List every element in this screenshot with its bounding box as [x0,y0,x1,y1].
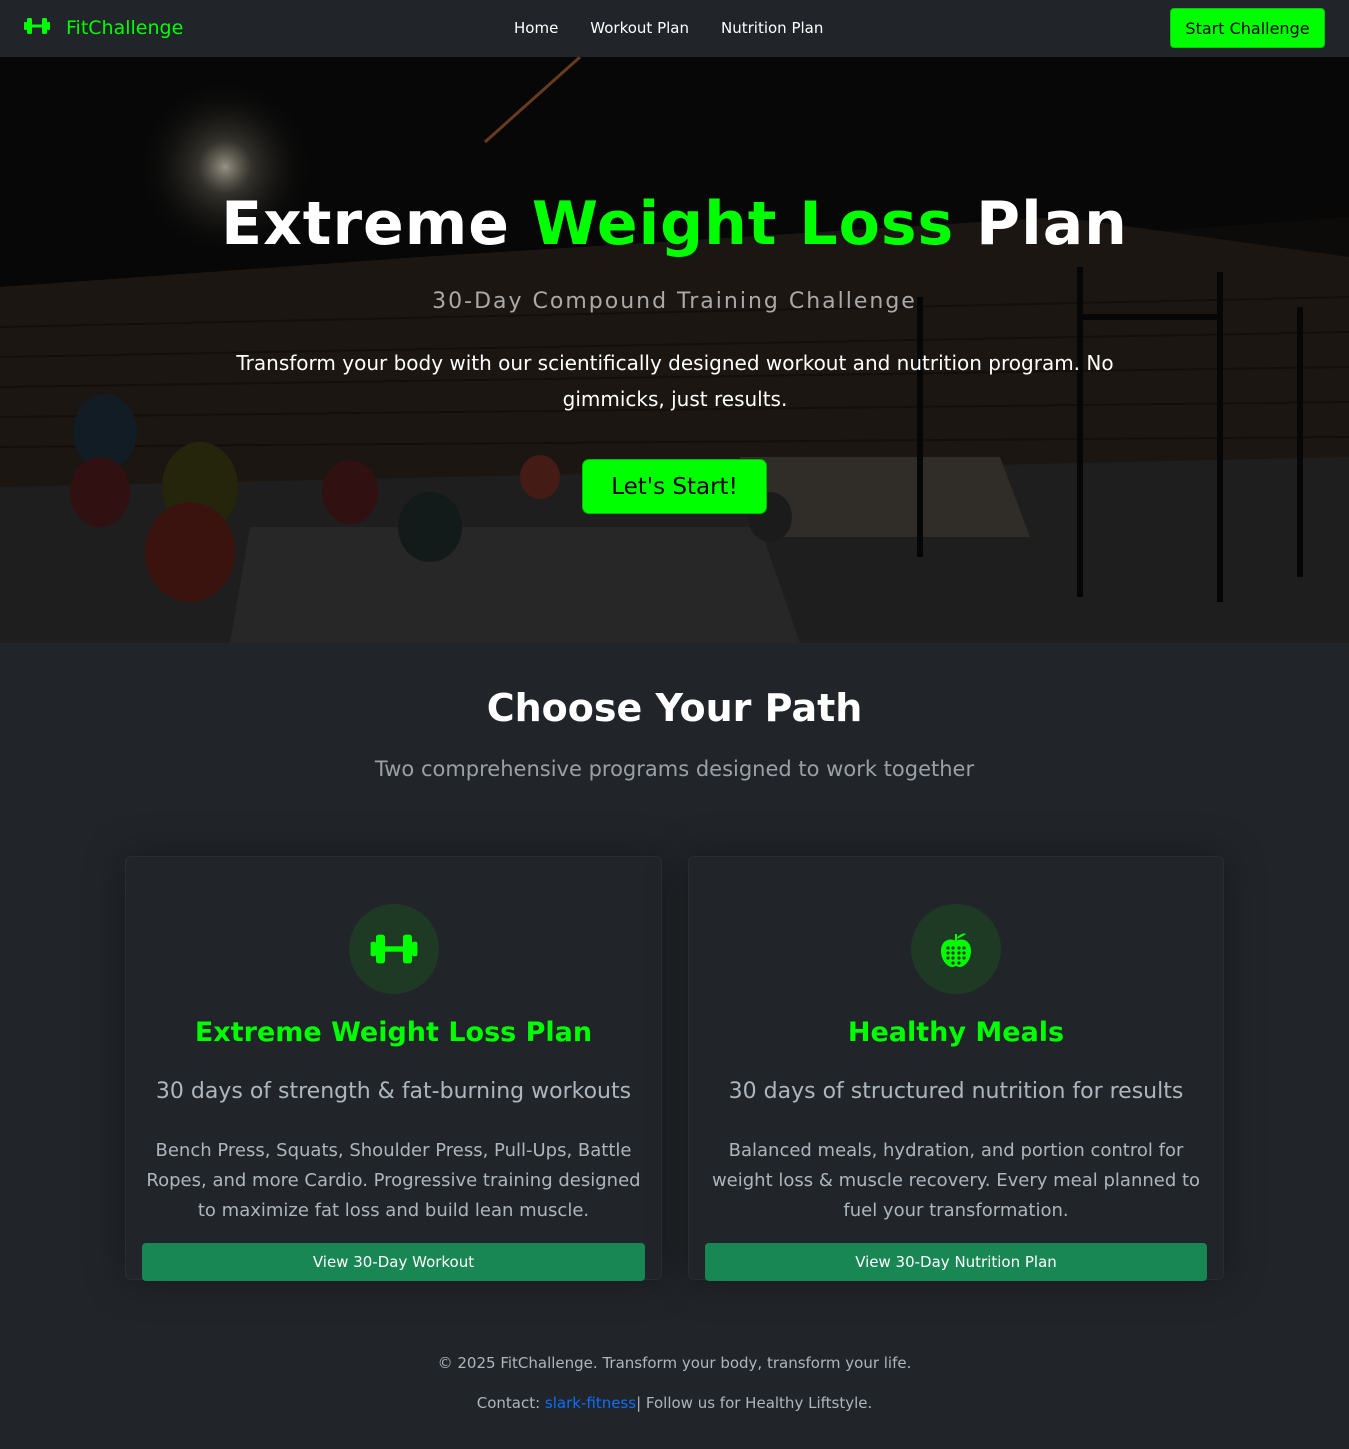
card-title: Extreme Weight Loss Plan [194,1017,593,1048]
brand-link[interactable]: FitChallenge [24,14,183,42]
hero-description: Transform your body with our scientifica… [236,351,1114,411]
section-subtitle: Two comprehensive programs designed to w… [374,757,975,781]
contact-link[interactable]: slark-fitness [545,1394,636,1412]
card-body: Bench Press, Squats, Shoulder Press, Pul… [146,1140,641,1221]
hero-title-part2: Plan [954,189,1128,259]
dumbbell-icon [348,904,439,994]
nutrition-plan-card: Healthy Meals 30 days of structured nutr… [688,856,1224,1281]
section-title: Choose Your Path [486,686,863,730]
nav-link-home[interactable]: Home [514,19,558,37]
card-body: Balanced meals, hydration, and portion c… [711,1140,1201,1221]
footer-contact: Contact: slark-fitness| Follow us for He… [0,1394,1349,1412]
hero-subtitle: 30-Day Compound Training Challenge [432,289,917,314]
card-title: Healthy Meals [847,1017,1065,1048]
navbar: FitChallenge Home Workout Plan Nutrition… [0,0,1349,57]
card-tagline: 30 days of structured nutrition for resu… [728,1079,1184,1104]
hero-title-accent: Weight Loss [531,189,955,259]
view-nutrition-button[interactable]: View 30-Day Nutrition Plan [705,1243,1207,1281]
brand-name: FitChallenge [66,17,184,39]
workout-plan-card: Extreme Weight Loss Plan 30 days of stre… [125,856,662,1281]
footer-copyright: © 2025 FitChallenge. Transform your body… [437,1354,912,1372]
contact-label: Contact: [476,1394,545,1412]
start-challenge-button[interactable]: Start Challenge [1170,8,1325,48]
apple-icon [911,904,1001,994]
hero-title-part1: Extreme [221,189,532,259]
card-tagline: 30 days of strength & fat-burning workou… [155,1079,632,1104]
hero-section: Extreme Weight Loss Plan 30-Day Compound… [0,57,1349,643]
hero-title: Extreme Weight Loss Plan [0,189,1349,259]
nav-link-workout-plan[interactable]: Workout Plan [590,19,689,37]
dumbbell-icon [24,16,50,41]
follow-text: | Follow us for Healthy Liftstyle. [636,1394,873,1412]
lets-start-button[interactable]: Let's Start! [582,459,767,514]
view-workout-button[interactable]: View 30-Day Workout [142,1243,645,1281]
nav-link-nutrition-plan[interactable]: Nutrition Plan [721,19,823,37]
nav-links: Home Workout Plan Nutrition Plan [514,16,823,40]
